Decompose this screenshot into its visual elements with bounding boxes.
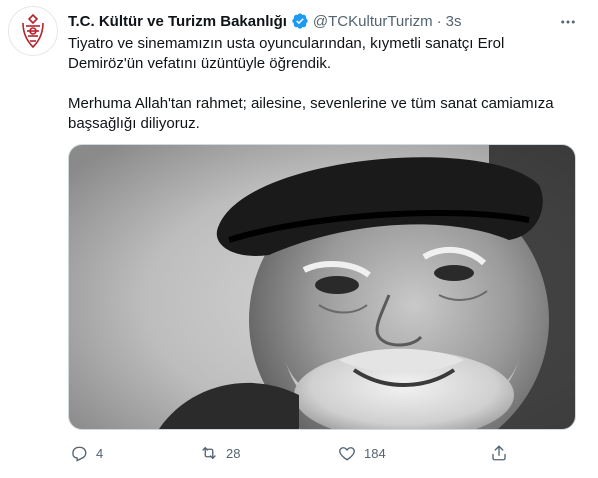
tweet-card[interactable]: T.C. Kültür ve Turizm Bakanlığı @TCKultu… <box>0 0 598 478</box>
more-options-icon[interactable] <box>558 12 578 32</box>
tweet-paragraph-1: Tiyatro ve sinemamızın usta oyuncularınd… <box>68 35 505 72</box>
like-count: 184 <box>364 445 386 461</box>
retweet-count: 28 <box>226 445 241 461</box>
tweet-header: T.C. Kültür ve Turizm Bakanlığı @TCKultu… <box>68 10 590 32</box>
ministry-seal-icon <box>22 13 44 49</box>
avatar[interactable] <box>8 6 58 56</box>
tweet-actions: 4 28 184 <box>62 440 582 466</box>
reply-count: 4 <box>96 445 104 461</box>
retweet-button[interactable]: 28 <box>192 440 240 466</box>
verified-badge-icon <box>292 13 308 29</box>
photo-portrait-icon <box>69 145 575 429</box>
reply-button[interactable]: 4 <box>62 440 103 466</box>
tweet-paragraph-2: Merhuma Allah'tan rahmet; ailesine, seve… <box>68 95 554 132</box>
share-icon <box>482 440 516 466</box>
tweet-text: Tiyatro ve sinemamızın usta oyuncularınd… <box>68 34 568 134</box>
timestamp[interactable]: 3s <box>446 13 462 30</box>
share-button[interactable] <box>482 440 516 466</box>
heart-icon <box>330 440 364 466</box>
tweet-photo[interactable] <box>68 144 576 430</box>
reply-icon <box>62 440 96 466</box>
account-handle[interactable]: @TCKulturTurizm <box>313 13 433 30</box>
account-name[interactable]: T.C. Kültür ve Turizm Bakanlığı <box>68 13 287 30</box>
like-button[interactable]: 184 <box>330 440 386 466</box>
separator-dot: · <box>436 12 442 30</box>
retweet-icon <box>192 440 226 466</box>
